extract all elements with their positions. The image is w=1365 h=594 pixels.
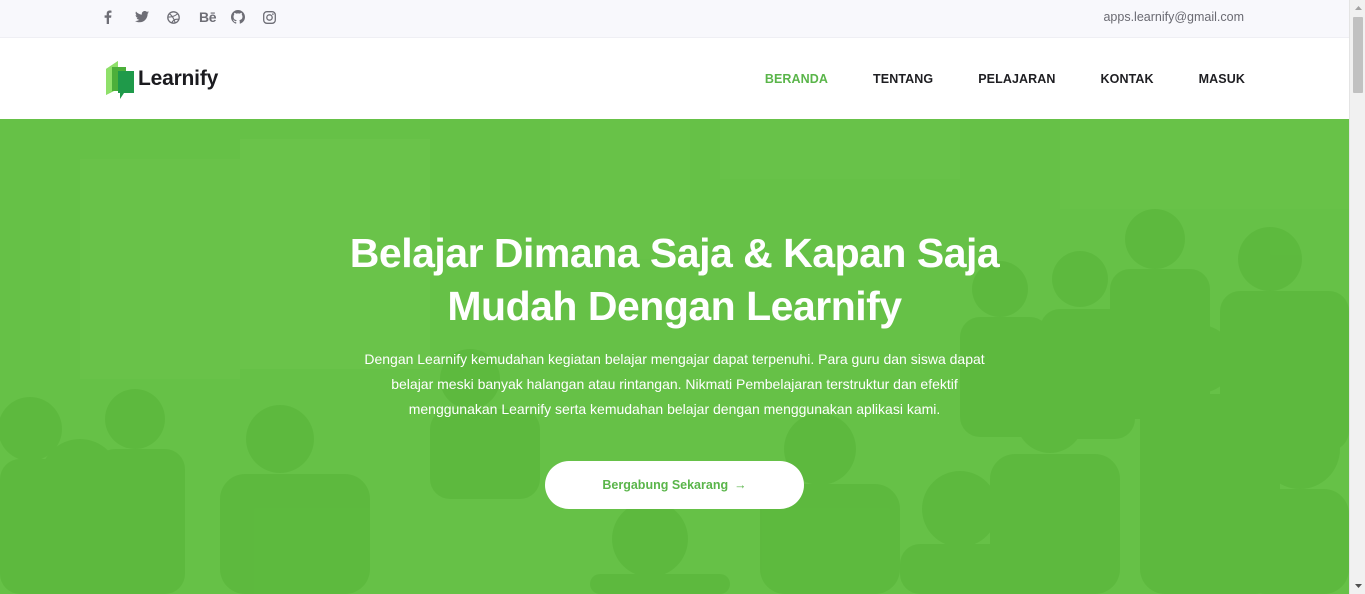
nav-item-pelajaran[interactable]: PELAJARAN: [978, 72, 1055, 86]
main-menu: BERANDA TENTANG PELAJARAN KONTAK MASUK: [765, 38, 1245, 119]
facebook-link[interactable]: [103, 0, 135, 34]
arrow-right-icon: →: [734, 478, 747, 492]
dribbble-icon: [167, 10, 180, 24]
twitter-icon: [135, 11, 149, 23]
hero-title-line-1: Belajar Dimana Saja & Kapan Saja: [349, 230, 1000, 276]
behance-icon: Bē: [199, 9, 217, 25]
hero-title: Belajar Dimana Saja & Kapan Saja Mudah D…: [0, 227, 1349, 333]
instagram-icon: [263, 10, 276, 24]
hero-section: Belajar Dimana Saja & Kapan Saja Mudah D…: [0, 119, 1349, 594]
nav-item-kontak[interactable]: KONTAK: [1101, 72, 1154, 86]
top-bar: Bē apps.learnify@gmail.com: [0, 0, 1349, 38]
brand-logo-link[interactable]: Learnify: [104, 59, 218, 99]
hero-title-line-2: Mudah Dengan Learnify: [447, 283, 902, 329]
twitter-link[interactable]: [135, 0, 167, 34]
nav-item-tentang[interactable]: TENTANG: [873, 72, 933, 86]
page-scrollbar[interactable]: [1349, 0, 1365, 594]
social-links: Bē: [103, 0, 295, 34]
main-navbar: Learnify BERANDA TENTANG PELAJARAN KONTA…: [0, 38, 1349, 119]
hero-description: Dengan Learnify kemudahan kegiatan belaj…: [364, 351, 985, 417]
learnify-logo-icon: [106, 61, 134, 99]
scrollbar-thumb[interactable]: [1353, 17, 1363, 93]
join-now-label: Bergabung Sekarang: [602, 478, 729, 492]
join-now-button[interactable]: Bergabung Sekarang →: [545, 461, 804, 509]
instagram-link[interactable]: [263, 0, 295, 34]
nav-item-masuk[interactable]: MASUK: [1199, 72, 1245, 86]
behance-link[interactable]: Bē: [199, 0, 231, 34]
nav-item-beranda[interactable]: BERANDA: [765, 72, 828, 86]
scroll-up-arrow-icon[interactable]: [1350, 0, 1365, 16]
github-icon: [231, 10, 245, 24]
facebook-icon: [104, 10, 112, 24]
brand-name: Learnify: [138, 67, 219, 90]
github-link[interactable]: [231, 0, 263, 34]
dribbble-link[interactable]: [167, 0, 199, 34]
contact-email[interactable]: apps.learnify@gmail.com: [1103, 10, 1244, 24]
scroll-down-arrow-icon[interactable]: [1350, 578, 1365, 594]
